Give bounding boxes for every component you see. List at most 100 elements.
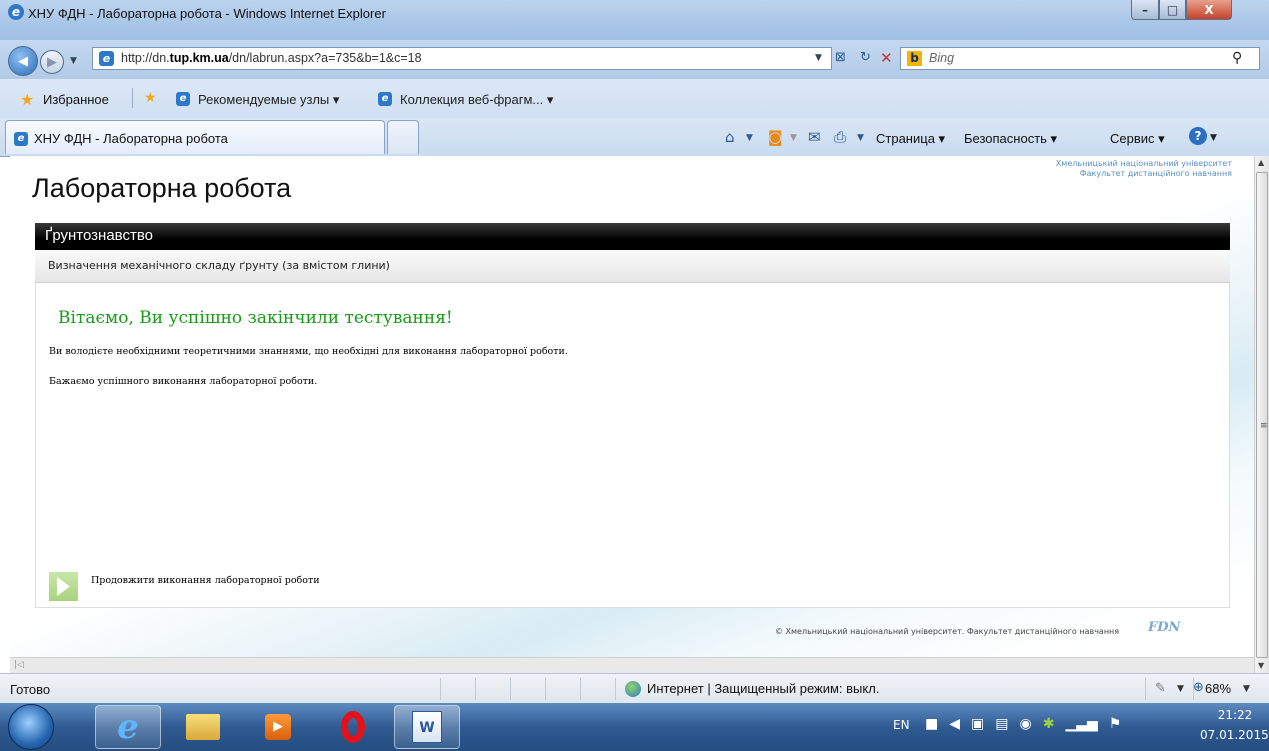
home-dropdown-icon[interactable]: ▼ xyxy=(746,133,753,143)
start-button[interactable] xyxy=(8,704,54,750)
search-icon[interactable]: ⚲ xyxy=(1232,50,1242,66)
search-placeholder[interactable]: Bing xyxy=(929,51,954,65)
page-menu[interactable]: Страница ▾ xyxy=(876,131,945,147)
system-tray: ■ ◀ ▣ ▤ ◉ ✱ ▁▃▅ ⚑ xyxy=(925,716,1121,732)
vertical-scrollbar[interactable]: ▲ ≡ ▼ xyxy=(1254,156,1269,673)
separator xyxy=(615,678,616,700)
new-tab-button[interactable] xyxy=(387,120,419,154)
taskbar-explorer-button[interactable] xyxy=(170,705,236,749)
taskbar-ie-button[interactable]: e xyxy=(95,705,161,749)
zoom-dropdown-icon[interactable]: ▼ xyxy=(1243,684,1250,694)
horizontal-scrollbar[interactable]: |◁ xyxy=(10,657,1254,674)
lab-title-bar: Визначення механічного складу ґрунту (за… xyxy=(35,250,1230,283)
scroll-down-icon[interactable]: ▼ xyxy=(1258,661,1264,670)
separator xyxy=(132,88,133,108)
result-message: Ви володієте необхідними теоретичними зн… xyxy=(49,346,568,357)
print-dropdown-icon[interactable]: ▼ xyxy=(857,133,864,143)
separator xyxy=(1145,678,1146,700)
url-text[interactable]: http://dn.tup.km.ua/dn/labrun.aspx?a=735… xyxy=(121,51,422,65)
favorites-button[interactable]: Избранное xyxy=(43,92,109,107)
university-name: Хмельницький національний університет xyxy=(1055,159,1232,168)
taskbar-opera-button[interactable] xyxy=(320,705,386,749)
separator xyxy=(580,678,581,700)
close-button[interactable]: X xyxy=(1186,0,1232,20)
copyright-text: © Хмельницький національний університет.… xyxy=(775,627,1120,636)
subject-title: Ґрунтознавство xyxy=(45,227,153,244)
scroll-up-icon[interactable]: ▲ xyxy=(1258,158,1264,167)
opera-icon xyxy=(341,711,365,743)
scrollbar-grip-icon: ≡ xyxy=(1260,421,1268,431)
history-dropdown-icon[interactable]: ▼ xyxy=(70,56,77,66)
clock-time[interactable]: 21:22 xyxy=(1210,708,1260,722)
volume-icon[interactable]: ◉ xyxy=(1019,716,1031,732)
help-dropdown-icon[interactable]: ▼ xyxy=(1210,133,1217,143)
signal-icon[interactable]: ▁▃▅ xyxy=(1065,716,1097,732)
desktop-icon[interactable]: ■ xyxy=(925,716,938,732)
congrats-heading: Вітаємо, Ви успішно закінчили тестування… xyxy=(58,308,453,328)
media-player-icon: ▶ xyxy=(265,714,291,740)
favorites-star-icon[interactable]: ★ xyxy=(20,90,34,109)
folder-icon xyxy=(186,714,220,740)
add-to-favorites-icon[interactable]: ★ xyxy=(144,90,157,106)
home-icon[interactable]: ⌂ xyxy=(725,128,735,146)
network-icon[interactable]: ▣ xyxy=(971,716,984,732)
protected-mode-icon[interactable]: ✎ xyxy=(1155,681,1166,696)
maximize-button[interactable]: □ xyxy=(1159,0,1186,20)
page-icon: e xyxy=(378,92,392,106)
stop-icon[interactable]: ✕ xyxy=(880,49,893,67)
page-icon: e xyxy=(99,51,114,66)
scroll-left-icon[interactable]: |◁ xyxy=(14,660,24,670)
antivirus-icon[interactable]: ✱ xyxy=(1043,716,1055,732)
feeds-icon[interactable]: ◙ xyxy=(768,128,783,146)
ie-logo-icon: e xyxy=(8,4,24,20)
back-button[interactable]: ◀ xyxy=(8,46,38,76)
favorites-bar xyxy=(0,78,1269,119)
device-icon[interactable]: ▤ xyxy=(995,716,1008,732)
help-icon[interactable]: ? xyxy=(1189,127,1207,145)
address-dropdown-icon[interactable]: ▼ xyxy=(815,53,822,63)
read-mail-icon[interactable]: ✉ xyxy=(808,128,821,146)
print-icon[interactable]: ⎙ xyxy=(834,128,846,146)
minimize-button[interactable]: – xyxy=(1131,0,1159,20)
refresh-icon[interactable]: ↻ xyxy=(860,50,871,65)
forward-button[interactable]: ▶ xyxy=(40,50,64,74)
language-indicator[interactable]: EN xyxy=(893,718,910,732)
ie-icon: e xyxy=(117,707,139,747)
scrollbar-thumb[interactable]: ≡ xyxy=(1256,172,1268,658)
internet-zone-icon xyxy=(625,681,641,697)
zoom-icon[interactable]: ⊕ xyxy=(1193,680,1204,695)
fdn-logo: FDN xyxy=(1148,620,1181,635)
taskbar-media-button[interactable]: ▶ xyxy=(245,705,311,749)
wish-message: Бажаємо успішного виконання лабораторної… xyxy=(49,376,318,387)
continue-link[interactable]: Продовжити виконання лабораторної роботи xyxy=(91,575,320,586)
page-icon: e xyxy=(176,92,190,106)
compatibility-view-icon[interactable]: ⊠ xyxy=(835,50,846,65)
window-title: ХНУ ФДН - Лабораторна робота - Windows I… xyxy=(28,6,386,21)
zoom-level[interactable]: 68% xyxy=(1205,681,1231,696)
protected-dropdown-icon[interactable]: ▼ xyxy=(1177,684,1184,694)
status-bar: Готово Интернет | Защищенный режим: выкл… xyxy=(0,673,1269,704)
subject-bar: Ґрунтознавство xyxy=(35,223,1230,250)
taskbar-word-button[interactable]: W xyxy=(394,705,460,749)
separator xyxy=(545,678,546,700)
lab-title: Визначення механічного складу ґрунту (за… xyxy=(48,259,390,272)
address-bar[interactable]: e http://dn.tup.km.ua/dn/labrun.aspx?a=7… xyxy=(92,47,832,70)
tab-active[interactable]: e ХНУ ФДН - Лабораторна робота xyxy=(5,120,385,154)
tab-title: ХНУ ФДН - Лабораторна робота xyxy=(34,131,228,146)
separator xyxy=(475,678,476,700)
suggested-sites-link[interactable]: Рекомендуемые узлы ▾ xyxy=(198,92,339,108)
continue-arrow-icon[interactable] xyxy=(49,572,78,601)
speaker-icon[interactable]: ◀ xyxy=(949,716,960,732)
feeds-dropdown-icon[interactable]: ▼ xyxy=(790,133,797,143)
security-zone-text[interactable]: Интернет | Защищенный режим: выкл. xyxy=(647,681,879,696)
action-center-icon[interactable]: ⚑ xyxy=(1109,716,1122,732)
search-box[interactable]: b Bing xyxy=(900,47,1260,70)
page-viewport: Хмельницький національний університет Фа… xyxy=(10,156,1254,661)
university-header: Хмельницький національний університет Фа… xyxy=(1056,159,1232,179)
tools-menu[interactable]: Сервис ▾ xyxy=(1110,131,1165,147)
safety-menu[interactable]: Безопасность ▾ xyxy=(964,131,1057,147)
bing-logo-icon: b xyxy=(907,51,922,66)
content-panel: Вітаємо, Ви успішно закінчили тестування… xyxy=(35,283,1230,608)
web-slice-gallery-link[interactable]: Коллекция веб-фрагм... ▾ xyxy=(400,92,553,108)
clock-date[interactable]: 07.01.2015 xyxy=(1200,728,1269,742)
